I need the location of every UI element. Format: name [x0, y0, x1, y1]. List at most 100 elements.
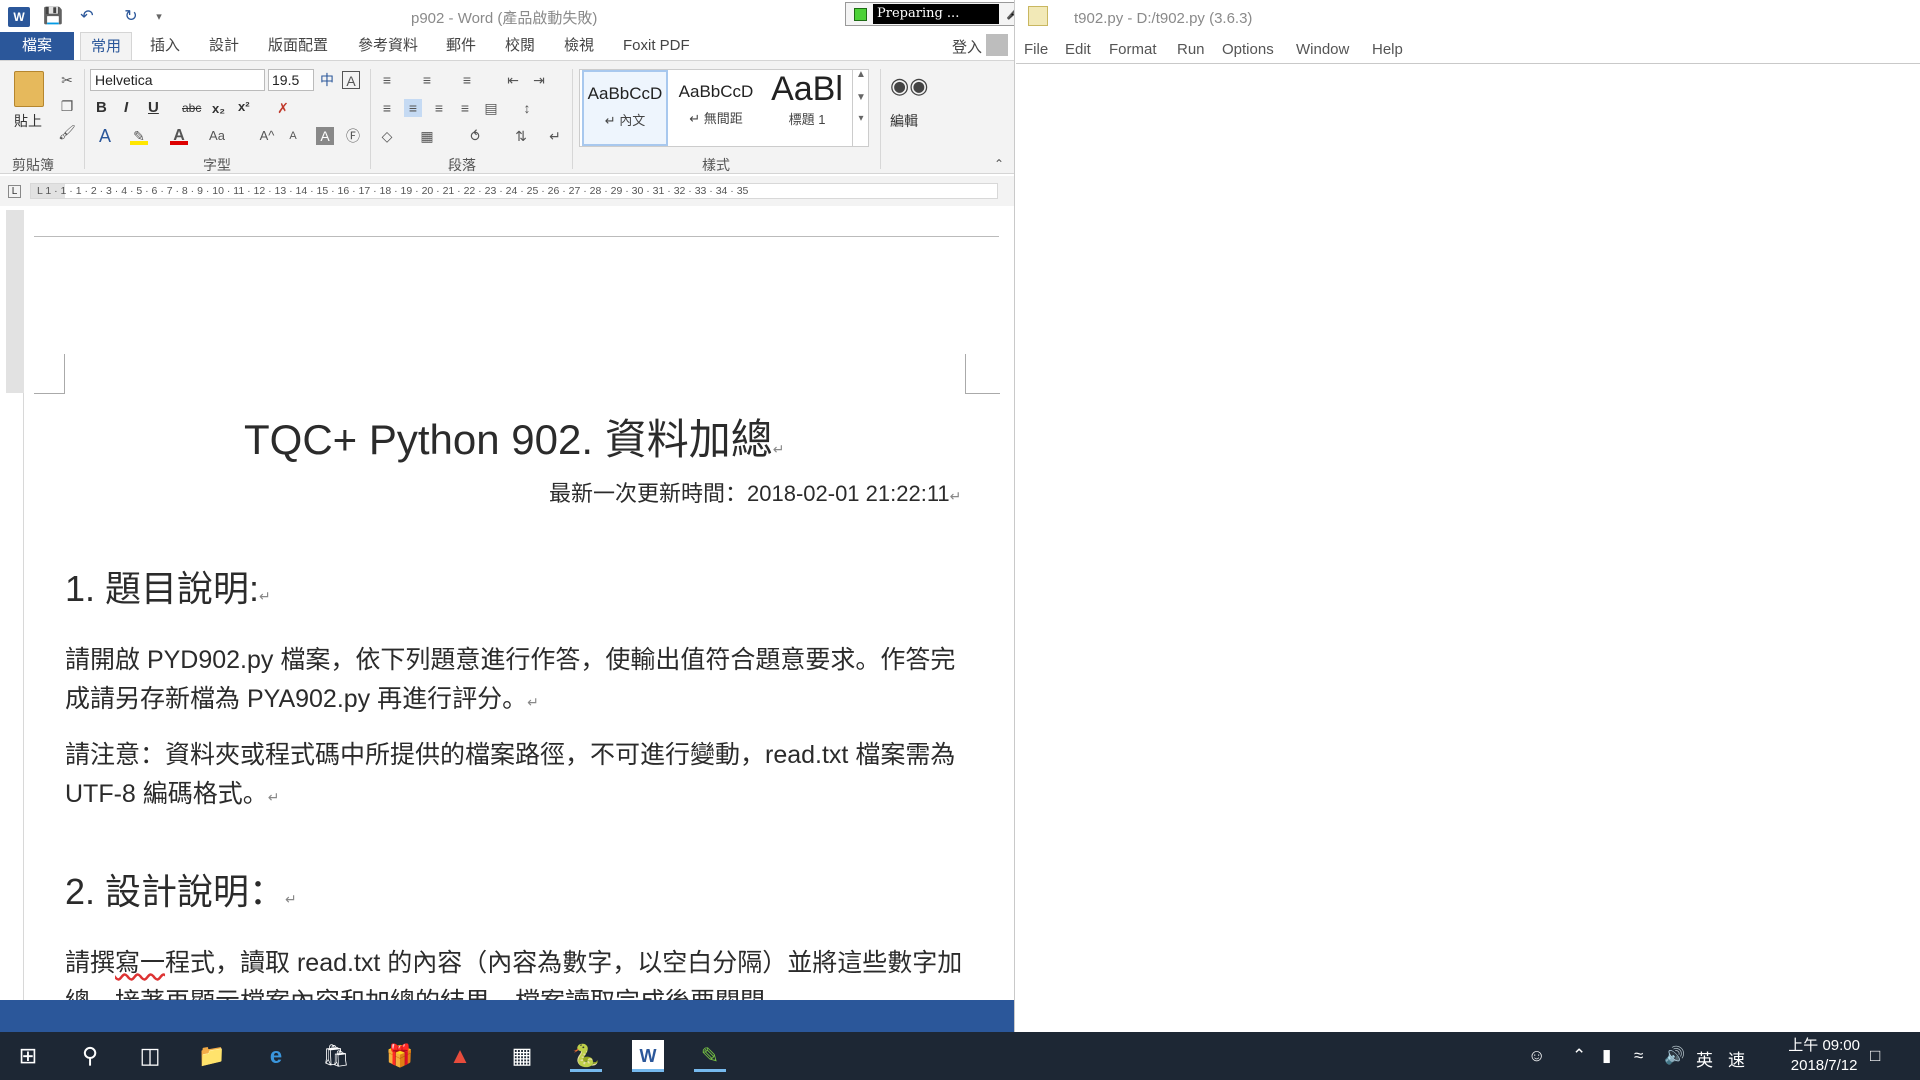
superscript-button[interactable]: x²: [238, 99, 250, 114]
chevron-up-icon[interactable]: ▲: [853, 69, 869, 80]
collapse-ribbon-icon[interactable]: ⌃: [990, 155, 1008, 173]
numbering-icon[interactable]: ≡: [418, 71, 436, 89]
tab-file[interactable]: 檔案: [0, 32, 74, 60]
styles-scroll[interactable]: ▲ ▼ ▾: [852, 69, 869, 147]
command-prompt-icon[interactable]: ▦: [506, 1040, 538, 1072]
char-shading-icon[interactable]: A: [316, 127, 334, 145]
tab-mailings[interactable]: 郵件: [436, 32, 486, 60]
borders-icon[interactable]: ▦: [418, 127, 436, 145]
cut-icon[interactable]: ✂: [58, 71, 76, 89]
font-color-icon[interactable]: A: [170, 127, 188, 145]
customize-qat-icon[interactable]: ▾: [148, 6, 170, 28]
idle-app-icon[interactable]: [1028, 6, 1048, 26]
file-explorer-icon[interactable]: 📁: [196, 1040, 228, 1072]
menu-run[interactable]: Run: [1177, 41, 1205, 58]
sign-in-link[interactable]: 登入: [952, 36, 982, 57]
strikethrough-button[interactable]: abc: [182, 101, 201, 115]
search-icon[interactable]: ⚲: [74, 1040, 106, 1072]
ime-language[interactable]: 英: [1696, 1046, 1713, 1071]
sort-icon[interactable]: ⇅: [512, 127, 530, 145]
tab-home[interactable]: 常用: [80, 32, 133, 60]
justify-icon[interactable]: ≡: [456, 99, 474, 117]
align-center-icon[interactable]: ≡: [404, 99, 422, 117]
shrink-font-icon[interactable]: A: [284, 127, 302, 145]
spelling-error-text[interactable]: 寫一: [115, 949, 165, 977]
underline-button[interactable]: U: [148, 99, 159, 116]
system-clock[interactable]: 上午 09:00 2018/7/12: [1788, 1036, 1860, 1076]
bold-button[interactable]: B: [96, 99, 107, 116]
tab-foxit-pdf[interactable]: Foxit PDF: [613, 32, 700, 60]
text-effects-icon[interactable]: A: [96, 127, 114, 145]
tab-design[interactable]: 設計: [199, 32, 249, 60]
tab-references[interactable]: 參考資料: [348, 32, 428, 60]
paste-label[interactable]: 貼上: [14, 111, 42, 131]
wifi-icon[interactable]: ≈: [1634, 1046, 1643, 1066]
chevron-down-icon[interactable]: ▼: [853, 92, 869, 103]
paste-icon[interactable]: [14, 71, 44, 107]
document-page[interactable]: TQC+ Python 902. 資料加總↵ 最新一次更新時間：2018-02-…: [26, 208, 1001, 1000]
volume-icon[interactable]: 🔊: [1664, 1046, 1685, 1066]
menu-file[interactable]: File: [1024, 41, 1048, 58]
more-styles-icon[interactable]: ▾: [853, 113, 869, 124]
align-right-icon[interactable]: ≡: [430, 99, 448, 117]
idle-editor-taskbar-icon[interactable]: ✎: [694, 1040, 726, 1072]
edge-icon[interactable]: e: [260, 1040, 292, 1072]
subscript-button[interactable]: x₂: [212, 101, 225, 116]
menu-help[interactable]: Help: [1372, 41, 1403, 58]
copy-icon[interactable]: ❐: [58, 97, 76, 115]
asian-layout-icon[interactable]: ⥀: [466, 127, 484, 145]
undo-icon[interactable]: ↶: [76, 6, 98, 28]
font-name-dropdown[interactable]: Helvetica: [90, 69, 265, 91]
user-avatar-icon[interactable]: [986, 34, 1008, 56]
align-left-icon[interactable]: ≡: [378, 99, 396, 117]
menu-edit[interactable]: Edit: [1065, 41, 1091, 58]
task-view-icon[interactable]: ◫: [134, 1040, 166, 1072]
action-center-icon[interactable]: □: [1870, 1046, 1880, 1066]
tab-selector[interactable]: L: [8, 185, 21, 198]
people-icon[interactable]: ☺: [1528, 1046, 1545, 1066]
font-size-dropdown[interactable]: 19.5: [268, 69, 314, 91]
bullets-icon[interactable]: ≡: [378, 71, 396, 89]
change-case-icon[interactable]: Aa: [208, 127, 226, 145]
show-hidden-icons[interactable]: ⌃: [1572, 1046, 1586, 1066]
show-marks-icon[interactable]: ↵: [546, 127, 564, 145]
line-spacing-icon[interactable]: ↕: [518, 99, 536, 117]
tab-layout[interactable]: 版面配置: [258, 32, 338, 60]
store-icon[interactable]: 🛍: [320, 1040, 352, 1072]
word-app-icon[interactable]: W: [8, 7, 30, 27]
word-taskbar-icon[interactable]: W: [632, 1040, 664, 1072]
ruler-scale[interactable]: L 1 · 1 · 1 · 2 · 3 · 4 · 5 · 6 · 7 · 8 …: [30, 183, 998, 199]
battery-icon[interactable]: ▮: [1602, 1046, 1611, 1066]
gift-icon[interactable]: 🎁: [384, 1040, 416, 1072]
italic-button[interactable]: I: [124, 99, 128, 116]
shading-icon[interactable]: ◇: [378, 127, 396, 145]
char-border-icon[interactable]: A: [342, 71, 360, 89]
python-idle-icon[interactable]: 🐍: [570, 1040, 602, 1072]
multilevel-list-icon[interactable]: ≡: [458, 71, 476, 89]
decrease-indent-icon[interactable]: ⇤: [504, 71, 522, 89]
start-icon[interactable]: ⊞: [12, 1040, 44, 1072]
highlight-icon[interactable]: ✎: [130, 127, 148, 145]
phonetic-guide-icon[interactable]: 中: [318, 71, 336, 89]
code-editor[interactable]: [1016, 65, 1920, 1032]
distributed-icon[interactable]: ▤: [482, 99, 500, 117]
tab-view[interactable]: 檢視: [554, 32, 604, 60]
grow-font-icon[interactable]: A^: [258, 127, 276, 145]
enclose-characters-icon[interactable]: Ⓕ: [344, 127, 362, 145]
microphone-icon[interactable]: 🎤: [1006, 5, 1014, 21]
binoculars-icon[interactable]: ◉◉: [890, 73, 928, 99]
ime-mode[interactable]: 速: [1728, 1046, 1745, 1071]
clear-formatting-icon[interactable]: ✗: [274, 99, 292, 117]
style-no-spacing[interactable]: AaBbCcD ↵ 無間距: [672, 70, 760, 146]
pdf-reader-icon[interactable]: ▲: [444, 1040, 476, 1072]
editing-button[interactable]: 編輯: [890, 111, 918, 131]
style-heading-1[interactable]: AaBl 標題 1: [764, 70, 850, 146]
tab-review[interactable]: 校閱: [495, 32, 545, 60]
redo-icon[interactable]: ↻: [120, 6, 142, 28]
menu-format[interactable]: Format: [1109, 41, 1157, 58]
save-icon[interactable]: 💾: [42, 6, 64, 28]
format-painter-icon[interactable]: 🖌: [58, 123, 76, 141]
menu-window[interactable]: Window: [1296, 41, 1349, 58]
increase-indent-icon[interactable]: ⇥: [530, 71, 548, 89]
style-normal[interactable]: AaBbCcD ↵ 內文: [582, 70, 668, 146]
